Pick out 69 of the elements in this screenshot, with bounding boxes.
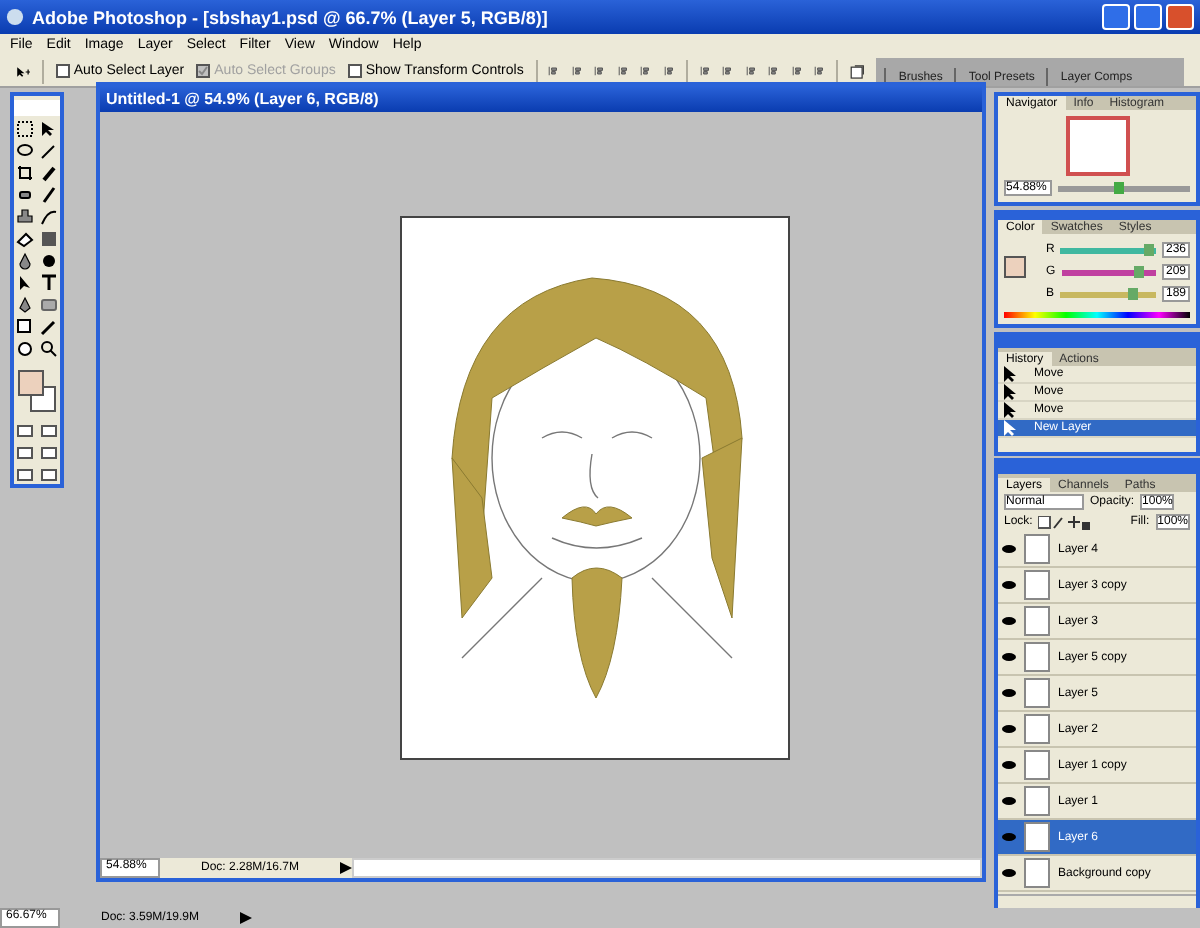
app-icon <box>6 8 24 26</box>
zoom-tool-icon[interactable] <box>40 340 58 358</box>
window-title: Adobe Photoshop - [sbshay1.psd @ 66.7% (Layer 5, RGB/8)] <box>32 7 548 27</box>
play-arrow-icon[interactable] <box>240 912 252 924</box>
slider-thumb[interactable] <box>1134 265 1145 278</box>
document-title: Untitled-1 @ 54.9% (Layer 6, RGB/8) <box>100 86 982 112</box>
align-icon[interactable] <box>663 62 675 80</box>
color-spectrum[interactable] <box>1004 311 1190 318</box>
align-icon[interactable] <box>594 62 606 80</box>
color-ramp[interactable] <box>1060 291 1156 298</box>
color-swatch[interactable] <box>1004 256 1026 278</box>
blob-tool-icon[interactable] <box>40 252 58 270</box>
zoom-slider[interactable] <box>1058 185 1190 191</box>
navigator-thumbnail[interactable] <box>1065 116 1129 176</box>
pen-tool-icon[interactable] <box>16 296 34 314</box>
align-icon[interactable] <box>571 62 583 80</box>
palette-well-icon[interactable] <box>850 59 865 83</box>
color-ramp[interactable] <box>1060 247 1156 254</box>
slider-thumb[interactable] <box>1144 243 1155 256</box>
eye-icon[interactable] <box>1002 724 1016 734</box>
shape-tool-icon[interactable] <box>40 296 58 314</box>
color-ramp[interactable] <box>1061 269 1156 276</box>
brush-tool-icon[interactable] <box>40 164 58 182</box>
eye-icon[interactable] <box>1002 652 1016 662</box>
pointer-tool-icon[interactable] <box>40 120 58 138</box>
layer-thumbnail <box>1024 570 1050 600</box>
move-tool-icon[interactable] <box>16 61 31 81</box>
minimize-button[interactable] <box>1102 4 1130 30</box>
color-swatches-drawing[interactable] <box>17 370 57 418</box>
lock-icons-drawing[interactable] <box>1038 515 1091 529</box>
layer-thumbnail <box>1024 786 1050 816</box>
align-icon[interactable] <box>722 62 734 80</box>
eye-icon[interactable] <box>1002 616 1016 626</box>
eye-icon[interactable] <box>1002 760 1016 770</box>
marquee-tool-icon[interactable] <box>16 120 34 138</box>
layer-thumbnail <box>1024 678 1050 708</box>
slider-thumb[interactable] <box>1113 181 1124 193</box>
eye-icon[interactable] <box>1002 796 1016 806</box>
stamp-tool-icon[interactable] <box>16 208 34 226</box>
drop-tool-icon[interactable] <box>16 252 34 270</box>
slider-thumb[interactable] <box>1127 287 1138 300</box>
layer-thumbnail <box>1024 642 1050 672</box>
align-icon[interactable] <box>699 62 711 80</box>
align-icon[interactable] <box>768 62 780 80</box>
close-button[interactable] <box>1166 4 1194 30</box>
align-icon[interactable] <box>617 62 629 80</box>
align-icon[interactable] <box>814 62 825 80</box>
align-icon[interactable] <box>548 62 560 80</box>
type-tool-icon[interactable] <box>40 274 58 292</box>
layer-thumbnail <box>1024 714 1050 744</box>
align-icon[interactable] <box>745 62 757 80</box>
checkmark-icon <box>198 66 209 76</box>
align-icon[interactable] <box>791 62 803 80</box>
eye-icon[interactable] <box>1002 868 1016 878</box>
eye-icon[interactable] <box>1002 688 1016 698</box>
play-arrow-icon[interactable] <box>340 862 352 874</box>
eye-icon[interactable] <box>1002 544 1016 554</box>
layer-thumbnail <box>1024 750 1050 780</box>
crop-tool-icon[interactable] <box>16 164 34 182</box>
layer-thumbnail <box>1024 822 1050 852</box>
layer-thumbnail <box>1024 534 1050 564</box>
align-icon[interactable] <box>640 62 652 80</box>
layer-thumbnail <box>1024 858 1050 888</box>
horizontal-scrollbar[interactable] <box>352 858 982 878</box>
maximize-button[interactable] <box>1134 4 1162 30</box>
layer-thumbnail <box>1024 606 1050 636</box>
eye-icon[interactable] <box>1002 580 1016 590</box>
curve-tool-icon[interactable] <box>40 208 58 226</box>
arrow-tool-icon[interactable] <box>16 274 34 292</box>
